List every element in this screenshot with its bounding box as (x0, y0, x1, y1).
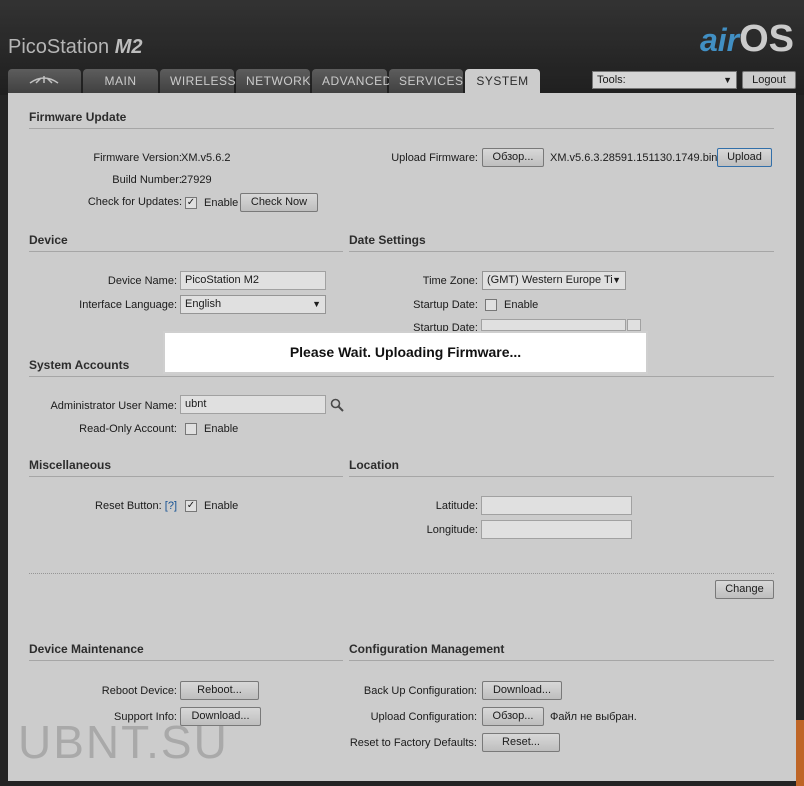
interface-language-value: English (185, 298, 222, 310)
check-now-button[interactable]: Check Now (240, 193, 318, 212)
time-zone-select[interactable]: (GMT) Western Europe Ti ▼ (482, 271, 626, 290)
readonly-account-checkbox[interactable] (185, 423, 197, 435)
upload-firmware-label: Upload Firmware: (391, 152, 478, 164)
upload-button[interactable]: Upload (717, 148, 772, 167)
tools-select-value: Tools: (597, 74, 626, 86)
upload-progress-dialog: Please Wait. Uploading Firmware... (163, 331, 648, 374)
check-updates-enable-label: Enable (204, 197, 239, 209)
build-number-label: Build Number: (112, 174, 182, 186)
tab-ubiquiti-logo[interactable] (8, 69, 81, 93)
config-section-title: Configuration Management (349, 642, 774, 661)
latitude-input[interactable] (481, 496, 632, 515)
device-brand: PicoStation M2 (8, 36, 143, 59)
chevron-down-icon: ▼ (612, 275, 621, 285)
misc-section-title: Miscellaneous (29, 458, 343, 477)
admin-user-input[interactable]: ubnt (180, 395, 326, 414)
search-icon[interactable] (330, 398, 344, 412)
time-zone-value: (GMT) Western Europe Ti (487, 274, 613, 286)
upload-config-label: Upload Configuration: (370, 711, 477, 723)
factory-reset-button[interactable]: Reset... (482, 733, 560, 752)
ubiquiti-logo-icon (29, 76, 59, 84)
location-section-title: Location (349, 458, 774, 477)
calendar-icon[interactable] (627, 319, 641, 331)
reset-button-checkbox[interactable]: ✓ (185, 500, 197, 512)
airos-logo-prefix: air (699, 22, 740, 58)
device-name-label: Device Name: (107, 275, 177, 287)
airos-logo: airOS (700, 18, 794, 61)
latitude-label: Latitude: (435, 500, 478, 512)
system-panel: Firmware Update Firmware Version: XM.v5.… (8, 93, 796, 781)
firmware-version-label: Firmware Version: (93, 152, 182, 164)
reboot-button[interactable]: Reboot... (180, 681, 259, 700)
factory-reset-label: Reset to Factory Defaults: (349, 737, 477, 749)
device-section-title: Device (29, 233, 343, 252)
build-number-value: 27929 (181, 174, 212, 186)
backup-config-label: Back Up Configuration: (363, 685, 477, 697)
brand-name: PicoStation (8, 36, 110, 58)
chevron-down-icon: ▼ (723, 75, 732, 85)
readonly-account-label: Read-Only Account: (79, 423, 177, 435)
section-divider (29, 573, 774, 574)
reset-button-enable-text: Enable (204, 500, 239, 512)
header-bar: PicoStation M2 airOS MAIN WIRELESS NETWO… (0, 0, 804, 95)
startup-date-checkbox[interactable] (485, 299, 497, 311)
readonly-account-enable-text: Enable (204, 423, 239, 435)
interface-language-label: Interface Language: (79, 299, 177, 311)
reset-button-label-text: Reset Button: (95, 500, 162, 512)
tools-select[interactable]: Tools: ▼ (592, 71, 737, 89)
interface-language-select[interactable]: English ▼ (180, 295, 326, 314)
tab-network[interactable]: NETWORK (236, 69, 310, 93)
admin-user-label: Administrator User Name: (50, 400, 177, 412)
startup-date-enable-label: Startup Date: (413, 299, 478, 311)
device-name-input[interactable]: PicoStation M2 (180, 271, 326, 290)
startup-date-enable-text: Enable (504, 299, 539, 311)
startup-date-input[interactable] (481, 319, 626, 331)
check-updates-label: Check for Updates: (87, 196, 182, 208)
firmware-browse-button[interactable]: Обзор... (482, 148, 544, 167)
config-browse-button[interactable]: Обзор... (482, 707, 544, 726)
brand-model: M2 (114, 36, 143, 58)
chevron-down-icon: ▼ (312, 299, 321, 309)
change-button[interactable]: Change (715, 580, 774, 599)
longitude-label: Longitude: (426, 524, 478, 536)
logout-button[interactable]: Logout (742, 71, 796, 89)
tab-advanced[interactable]: ADVANCED (312, 69, 391, 93)
check-updates-checkbox[interactable]: ✓ (185, 197, 197, 209)
date-section-title: Date Settings (349, 233, 774, 252)
reset-button-label: Reset Button: [?] (28, 500, 177, 512)
airos-logo-suffix: OS (739, 18, 794, 60)
longitude-input[interactable] (481, 520, 632, 539)
reset-help-link[interactable]: [?] (165, 500, 177, 512)
firmware-version-value: XM.v5.6.2 (181, 152, 231, 164)
time-zone-label: Time Zone: (422, 275, 478, 287)
firmware-file-name: XM.v5.6.3.28591.151130.1749.bin (550, 152, 718, 164)
backup-download-button[interactable]: Download... (482, 681, 562, 700)
watermark: UBNT.SU (18, 716, 229, 768)
no-file-selected-text: Файл не выбран. (550, 711, 637, 723)
tab-wireless[interactable]: WIRELESS (160, 69, 236, 93)
maintenance-section-title: Device Maintenance (29, 642, 343, 661)
main-tabs: MAIN WIRELESS NETWORK ADVANCED SERVICES … (8, 69, 540, 93)
tab-services[interactable]: SERVICES (389, 69, 463, 93)
side-decoration (796, 720, 804, 786)
tab-system[interactable]: SYSTEM (465, 69, 540, 93)
firmware-section-title: Firmware Update (29, 110, 774, 129)
reboot-device-label: Reboot Device: (101, 685, 177, 697)
tab-main[interactable]: MAIN (83, 69, 158, 93)
